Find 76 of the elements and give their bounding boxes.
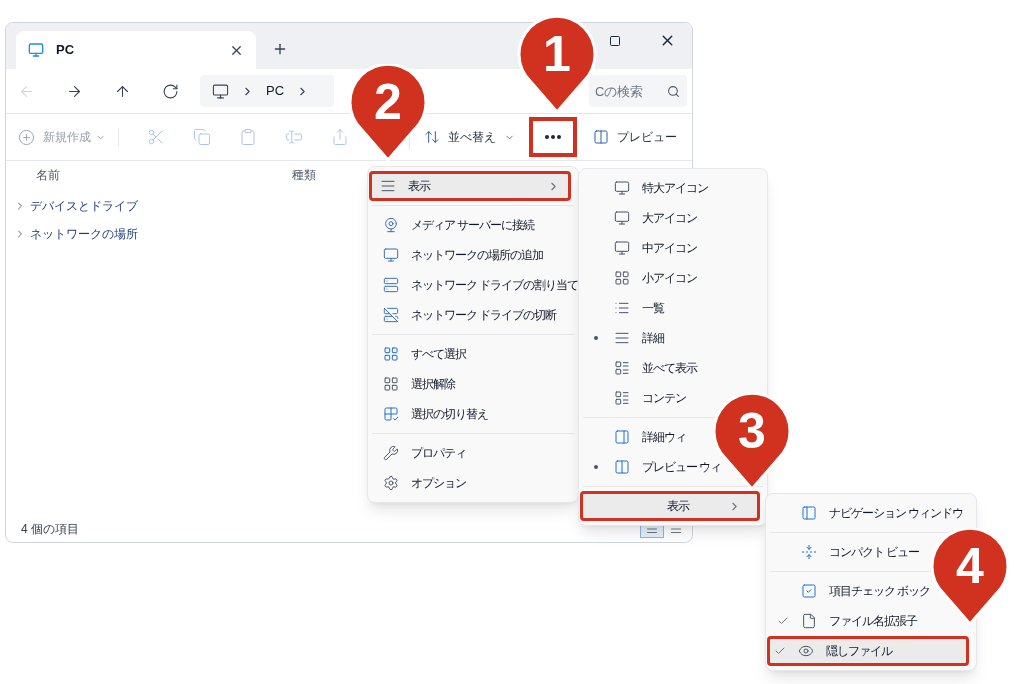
- status-text: 4 個の項目: [21, 521, 79, 538]
- search-icon: [667, 84, 680, 98]
- menu-item[interactable]: 特大アイコン: [583, 173, 715, 203]
- preview-button[interactable]: プレビュー: [593, 128, 677, 146]
- more-button[interactable]: [529, 117, 577, 157]
- grid-icon: [383, 346, 399, 362]
- check-icon: [777, 615, 789, 627]
- menu-item[interactable]: 隠しファイル: [767, 636, 969, 666]
- eye-icon: [798, 643, 814, 659]
- breadcrumb[interactable]: PC: [266, 81, 285, 101]
- list-icon: [614, 390, 630, 406]
- callout-pin: 1: [517, 16, 597, 114]
- tab[interactable]: PC: [16, 31, 256, 69]
- menu-item[interactable]: ネットワークの場所の追加: [372, 240, 550, 270]
- menu-item[interactable]: ネットワーク ドライブの切断: [372, 300, 564, 330]
- menu-item[interactable]: 詳細: [583, 323, 671, 353]
- address-bar[interactable]: PC: [200, 75, 334, 107]
- menu-item[interactable]: 一覧: [583, 293, 671, 323]
- menu-item[interactable]: プロパティ: [372, 438, 473, 468]
- panel-icon: [593, 129, 609, 145]
- checkbox-icon: [801, 583, 817, 599]
- grid-icon: [614, 270, 630, 286]
- compact-icon: [801, 544, 817, 560]
- menu-item[interactable]: コンパクト ビュー: [770, 537, 927, 567]
- check-icon: [774, 645, 786, 657]
- list-icon: [614, 360, 630, 376]
- monitor-icon: [212, 82, 229, 100]
- grid-icon: [383, 376, 399, 392]
- menu-item[interactable]: ナビゲーション ウィンドウ: [770, 498, 971, 528]
- new-tab-icon[interactable]: [272, 41, 288, 57]
- menu-item[interactable]: ファイル名拡張子: [770, 606, 924, 636]
- monitor-icon: [383, 247, 399, 263]
- bullet-icon: [594, 465, 598, 469]
- file-icon: [801, 613, 817, 629]
- monitor-icon: [28, 42, 44, 58]
- menu-item[interactable]: コンテン: [583, 383, 693, 413]
- menu-item[interactable]: 表示: [580, 491, 760, 521]
- grid-icon: [383, 406, 399, 422]
- plus-icon: [18, 128, 35, 146]
- list-icon: [614, 300, 630, 316]
- menu-item[interactable]: 表示: [369, 171, 571, 201]
- refresh-icon[interactable]: [162, 82, 179, 100]
- server-off-icon: [383, 307, 399, 323]
- search-field[interactable]: Cの検索: [589, 75, 687, 107]
- wrench-icon: [383, 445, 399, 461]
- menu-item[interactable]: 小アイコン: [583, 263, 704, 293]
- monitor-icon: [614, 210, 630, 226]
- ellipsis-icon: [545, 135, 561, 139]
- menu-item[interactable]: 詳細ウィ: [583, 422, 693, 452]
- menu-item[interactable]: 選択の切り替え: [372, 399, 495, 429]
- monitor-icon: [614, 180, 630, 196]
- bullet-icon: [594, 336, 598, 340]
- server-icon: [383, 277, 399, 293]
- column-header[interactable]: 名前: [36, 166, 292, 184]
- menu-item[interactable]: メディア サーバーに接続: [372, 210, 542, 240]
- panel-icon: [614, 459, 630, 475]
- sort-button[interactable]: 並べ替え: [424, 128, 515, 146]
- menu-item[interactable]: 並べて表示: [583, 353, 704, 383]
- lines-icon: [614, 330, 630, 346]
- menu-item[interactable]: プレビュー ウィ: [583, 452, 729, 482]
- maximize-icon[interactable]: [609, 35, 621, 47]
- menu-item[interactable]: 選択解除: [372, 369, 462, 399]
- menu-item[interactable]: すべて選択: [372, 339, 473, 369]
- sort-arrows-icon: [424, 129, 440, 145]
- menu-item[interactable]: オプション: [372, 468, 473, 498]
- settings-icon: [383, 475, 399, 491]
- panel-icon: [801, 505, 817, 521]
- callout-pin: 4: [930, 528, 1010, 626]
- webcam-icon: [383, 217, 399, 233]
- monitor-icon: [614, 240, 630, 256]
- callout-pin: 2: [348, 64, 428, 162]
- menu-item[interactable]: 中アイコン: [583, 233, 704, 263]
- menu-item[interactable]: 大アイコン: [583, 203, 704, 233]
- panel-icon: [614, 429, 630, 445]
- column-header[interactable]: 種類: [292, 166, 316, 184]
- lines-icon: [380, 178, 396, 194]
